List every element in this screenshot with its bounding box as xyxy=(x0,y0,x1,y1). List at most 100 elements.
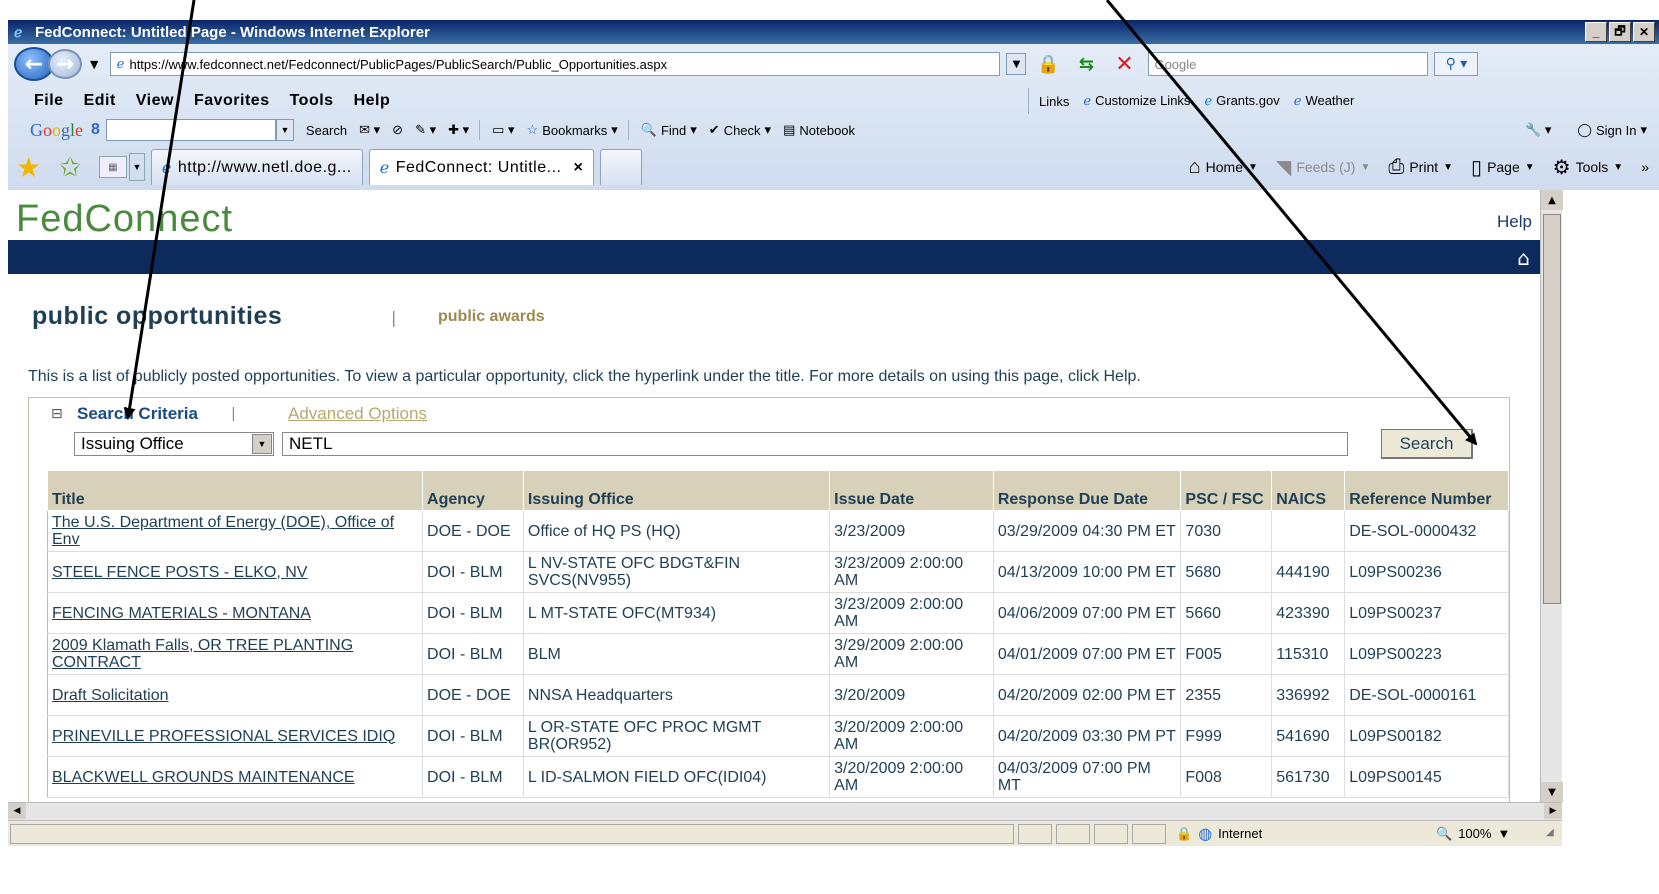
home-icon[interactable]: ⌂ xyxy=(1517,246,1530,270)
tab-netl[interactable]: ℯ http://www.netl.doe.g... xyxy=(150,149,363,185)
feeds-button[interactable]: ◥ Feeds (J) ▼ xyxy=(1276,155,1370,180)
tab-close-icon[interactable]: × xyxy=(573,159,583,177)
find-button[interactable]: 🔍 Find ▾ xyxy=(641,122,697,138)
row-naics: 336992 xyxy=(1271,674,1346,716)
google-search-input[interactable] xyxy=(105,119,276,141)
refresh-icon[interactable]: ⇆ xyxy=(1070,52,1102,76)
scroll-right-icon[interactable]: ▶ xyxy=(1544,803,1562,819)
puzzle-icon[interactable]: ✚ ▾ xyxy=(448,122,469,138)
criteria-separator: | xyxy=(231,406,236,422)
opportunity-link[interactable]: STEEL FENCE POSTS - ELKO, NV xyxy=(52,564,307,581)
opportunity-link[interactable]: PRINEVILLE PROFESSIONAL SERVICES IDIQ xyxy=(52,728,395,745)
link-weather[interactable]: ℯ Weather xyxy=(1294,93,1355,109)
search-go-icon[interactable]: ⚲ ▾ xyxy=(1434,52,1479,76)
search-criteria-tab[interactable]: Search Criteria xyxy=(77,404,198,424)
link-customize[interactable]: ℯ Customize Links xyxy=(1083,93,1190,109)
toolbar-divider xyxy=(479,120,481,140)
google-search-button[interactable]: Search xyxy=(306,123,347,138)
site-logo[interactable]: FedConnect xyxy=(16,198,233,241)
help-link[interactable]: Help xyxy=(1497,212,1532,232)
public-awards-link[interactable]: public awards xyxy=(438,308,545,326)
sign-in-button[interactable]: ◯ Sign In ▾ xyxy=(1577,122,1647,138)
col-agency[interactable]: Agency xyxy=(422,470,524,511)
google-logo[interactable]: Google xyxy=(30,120,83,141)
chevron-down-icon[interactable]: ▼ xyxy=(252,434,272,454)
row-agency: DOE - DOE xyxy=(422,674,524,716)
quick-tabs-icon[interactable]: ▦ xyxy=(98,156,127,178)
zoom-dropdown-icon[interactable]: ▼ xyxy=(1497,826,1510,841)
google-bookmarks-button[interactable]: ☆ Bookmarks ▾ xyxy=(527,122,618,138)
security-zone[interactable]: 🔒 ◍ Internet xyxy=(1176,824,1426,844)
search-field-select[interactable]: Issuing Office ▼ xyxy=(74,432,274,456)
history-dropdown-icon[interactable]: ▼ xyxy=(90,58,98,71)
chevron-more-icon[interactable]: » xyxy=(1641,159,1649,175)
scroll-down-icon[interactable]: ▼ xyxy=(1541,782,1563,802)
col-issue-date[interactable]: Issue Date xyxy=(829,470,994,511)
vertical-scrollbar[interactable]: ▲ ▼ xyxy=(1540,190,1563,802)
lock-icon[interactable]: 🔒 xyxy=(1032,52,1064,76)
forward-button[interactable]: → xyxy=(48,49,82,79)
favorites-star-icon[interactable]: ★ xyxy=(16,151,41,184)
resize-grip-icon[interactable]: ◢ xyxy=(1546,827,1560,841)
autofill-icon[interactable]: ✎ ▾ xyxy=(415,122,436,138)
stop-icon[interactable]: ✕ xyxy=(1108,52,1140,77)
row-office: NNSA Headquarters xyxy=(522,674,831,716)
tab-list-dropdown-icon[interactable]: ▼ xyxy=(128,153,145,181)
google-eight-button[interactable]: 8 xyxy=(91,121,100,139)
scroll-thumb[interactable] xyxy=(1543,214,1561,604)
menu-favorites[interactable]: Favorites xyxy=(194,92,270,110)
opportunity-link[interactable]: Draft Solicitation xyxy=(52,687,169,704)
menu-file[interactable]: File xyxy=(34,92,64,110)
restore-button[interactable]: 🗗 xyxy=(1609,22,1631,42)
opportunity-link[interactable]: BLACKWELL GROUNDS MAINTENANCE xyxy=(52,769,355,786)
new-tab-button[interactable] xyxy=(600,149,643,185)
link-grants-label: Grants.gov xyxy=(1216,93,1280,108)
close-window-button[interactable]: ✕ xyxy=(1633,22,1655,42)
menu-view[interactable]: View xyxy=(136,92,174,110)
menu-tools[interactable]: Tools xyxy=(290,92,334,110)
col-naics[interactable]: NAICS xyxy=(1271,470,1346,511)
address-dropdown-icon[interactable]: ▼ xyxy=(1006,53,1027,75)
col-response-due[interactable]: Response Due Date xyxy=(992,470,1182,511)
scroll-up-icon[interactable]: ▲ xyxy=(1541,190,1563,210)
tab-fedconnect[interactable]: ℯ FedConnect: Untitle... × xyxy=(368,149,595,185)
col-reference[interactable]: Reference Number xyxy=(1344,470,1509,511)
add-favorite-icon[interactable]: ✩ xyxy=(59,152,81,183)
pagerank-icon[interactable]: ⊘ xyxy=(392,122,403,138)
print-button[interactable]: ⎙ Print ▼ xyxy=(1388,156,1453,179)
address-bar[interactable]: ℯ https://www.fedconnect.net/Fedconnect/… xyxy=(110,52,1001,76)
home-button[interactable]: ⌂ Home ▼ xyxy=(1189,156,1258,179)
page-menu-button[interactable]: ▯ Page ▼ xyxy=(1471,155,1535,180)
opportunity-link[interactable]: FENCING MATERIALS - MONTANA xyxy=(52,605,311,622)
link-grants[interactable]: ℯ Grants.gov xyxy=(1204,93,1279,109)
menu-edit[interactable]: Edit xyxy=(84,92,116,110)
collapse-icon[interactable]: ⊟ xyxy=(51,406,63,422)
advanced-options-link[interactable]: Advanced Options xyxy=(288,404,427,424)
opportunity-link[interactable]: 2009 Klamath Falls, OR TREE PLANTING CON… xyxy=(52,637,353,671)
popup-blocker-icon[interactable]: ✉ ▾ xyxy=(359,122,380,138)
search-query-input[interactable]: NETL xyxy=(282,432,1348,456)
heading-separator: | xyxy=(391,308,397,327)
col-issuing-office[interactable]: Issuing Office xyxy=(522,470,831,511)
menu-help[interactable]: Help xyxy=(354,92,391,110)
send-to-icon[interactable]: ▭ ▾ xyxy=(492,122,514,138)
tools-menu-button[interactable]: ⚙ Tools ▼ xyxy=(1553,155,1624,180)
col-title[interactable]: Title xyxy=(46,470,424,511)
opportunity-link[interactable]: The U.S. Department of Energy (DOE), Off… xyxy=(52,514,394,548)
notebook-button[interactable]: ▤ Notebook xyxy=(783,122,855,138)
horizontal-scrollbar[interactable]: ◀ ▶ xyxy=(8,802,1562,820)
notebook-label: Notebook xyxy=(799,122,856,138)
minimize-button[interactable]: _ xyxy=(1585,22,1607,42)
address-row: ← → ▼ ℯ https://www.fedconnect.net/Fedco… xyxy=(8,44,1659,84)
search-button[interactable]: Search xyxy=(1381,429,1473,459)
wrench-icon[interactable]: 🔧 ▾ xyxy=(1525,122,1551,138)
col-psc-fsc[interactable]: PSC / FSC xyxy=(1180,470,1273,511)
row-due-date: 04/20/2009 03:30 PM PT xyxy=(992,715,1182,757)
zoom-control[interactable]: 🔍 100% ▼ xyxy=(1436,826,1546,842)
web-search-input[interactable]: Google xyxy=(1148,52,1429,76)
spell-check-button[interactable]: ✔ Check ▾ xyxy=(709,122,771,138)
address-url[interactable]: https://www.fedconnect.net/Fedconnect/Pu… xyxy=(129,57,667,72)
scroll-left-icon[interactable]: ◀ xyxy=(8,803,26,819)
row-reference: DE-SOL-0000161 xyxy=(1344,674,1509,716)
google-search-dropdown-icon[interactable]: ▼ xyxy=(275,119,294,141)
